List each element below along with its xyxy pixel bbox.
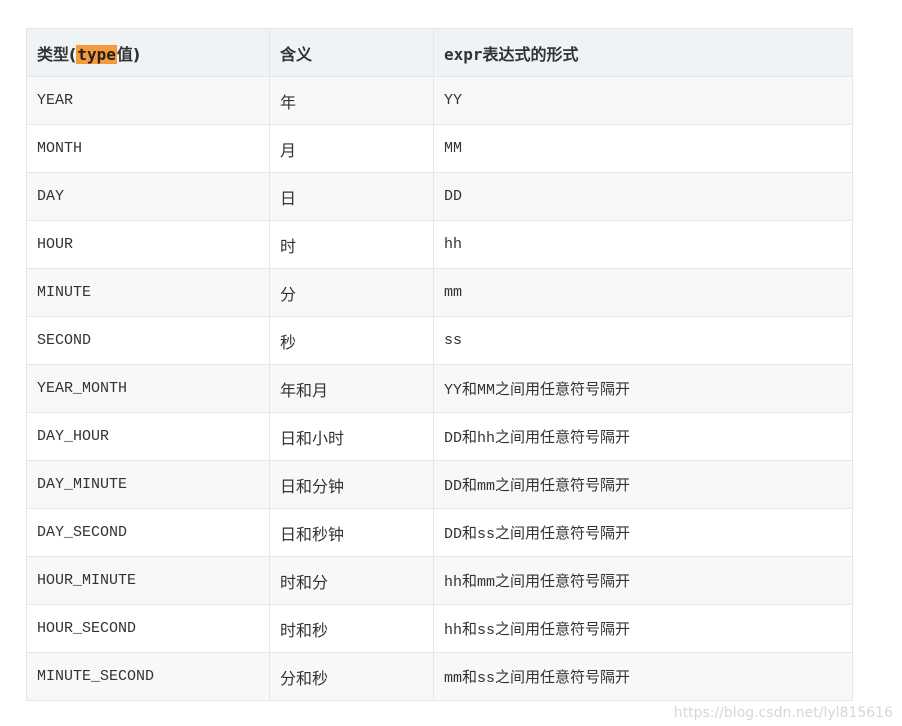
watermark: https://blog.csdn.net/lyl815616 (673, 705, 893, 721)
cell-meaning: 日和分钟 (269, 460, 434, 509)
cell-type: MINUTE (26, 268, 270, 317)
table-row: YEAR_MONTH 年和月 YY和MM之间用任意符号隔开 (26, 364, 853, 413)
cell-expr: YY (433, 76, 853, 125)
cell-type: HOUR (26, 220, 270, 269)
cell-type: HOUR_MINUTE (26, 556, 270, 605)
cell-meaning: 日 (269, 172, 434, 221)
cell-type: MINUTE_SECOND (26, 652, 270, 701)
header-type-suffix: 值) (116, 44, 141, 64)
cell-meaning: 分和秒 (269, 652, 434, 701)
table-row: HOUR_SECOND 时和秒 hh和ss之间用任意符号隔开 (26, 604, 853, 653)
table-row: HOUR 时 hh (26, 220, 853, 269)
header-type-prefix: 类型( (37, 44, 77, 64)
interval-type-table: 类型(type值) 含义 expr表达式的形式 YEAR 年 YY MONTH 月 MM D… (26, 28, 853, 701)
table-row: DAY_SECOND 日和秒钟 DD和ss之间用任意符号隔开 (26, 508, 853, 557)
cell-expr: mm (433, 268, 853, 317)
table-header-row: 类型(type值) 含义 expr表达式的形式 (26, 28, 853, 77)
cell-type: YEAR (26, 76, 270, 125)
cell-type: DAY_MINUTE (26, 460, 270, 509)
table-row: MINUTE_SECOND 分和秒 mm和ss之间用任意符号隔开 (26, 652, 853, 701)
cell-meaning: 月 (269, 124, 434, 173)
header-type: 类型(type值) (26, 28, 270, 77)
table-row: DAY 日 DD (26, 172, 853, 221)
cell-expr: mm和ss之间用任意符号隔开 (433, 652, 853, 701)
table-row: MINUTE 分 mm (26, 268, 853, 317)
cell-type: DAY_SECOND (26, 508, 270, 557)
table-row: MONTH 月 MM (26, 124, 853, 173)
cell-expr: MM (433, 124, 853, 173)
cell-meaning: 日和秒钟 (269, 508, 434, 557)
cell-meaning: 时 (269, 220, 434, 269)
search-highlight: type (76, 44, 117, 64)
table-row: DAY_HOUR 日和小时 DD和hh之间用任意符号隔开 (26, 412, 853, 461)
cell-expr: YY和MM之间用任意符号隔开 (433, 364, 853, 413)
cell-meaning: 分 (269, 268, 434, 317)
cell-type: MONTH (26, 124, 270, 173)
table-row: DAY_MINUTE 日和分钟 DD和mm之间用任意符号隔开 (26, 460, 853, 509)
table-row: YEAR 年 YY (26, 76, 853, 125)
table-row: HOUR_MINUTE 时和分 hh和mm之间用任意符号隔开 (26, 556, 853, 605)
cell-expr: hh和mm之间用任意符号隔开 (433, 556, 853, 605)
cell-type: DAY (26, 172, 270, 221)
cell-expr: DD和hh之间用任意符号隔开 (433, 412, 853, 461)
cell-meaning: 年和月 (269, 364, 434, 413)
cell-type: HOUR_SECOND (26, 604, 270, 653)
table-container: 类型(type值) 含义 expr表达式的形式 YEAR 年 YY MONTH 月 MM D… (26, 28, 853, 701)
cell-expr: DD和mm之间用任意符号隔开 (433, 460, 853, 509)
cell-meaning: 日和小时 (269, 412, 434, 461)
header-meaning: 含义 (269, 28, 434, 77)
cell-expr: hh和ss之间用任意符号隔开 (433, 604, 853, 653)
cell-type: DAY_HOUR (26, 412, 270, 461)
cell-type: SECOND (26, 316, 270, 365)
cell-meaning: 时和分 (269, 556, 434, 605)
cell-meaning: 秒 (269, 316, 434, 365)
table-body: YEAR 年 YY MONTH 月 MM DAY 日 DD HOUR 时 hh MINUTE 分 mm SEC… (26, 76, 853, 701)
cell-expr: DD (433, 172, 853, 221)
cell-meaning: 时和秒 (269, 604, 434, 653)
cell-expr: hh (433, 220, 853, 269)
table-row: SECOND 秒 ss (26, 316, 853, 365)
cell-expr: DD和ss之间用任意符号隔开 (433, 508, 853, 557)
cell-type: YEAR_MONTH (26, 364, 270, 413)
cell-expr: ss (433, 316, 853, 365)
header-expr: expr表达式的形式 (433, 28, 853, 77)
cell-meaning: 年 (269, 76, 434, 125)
